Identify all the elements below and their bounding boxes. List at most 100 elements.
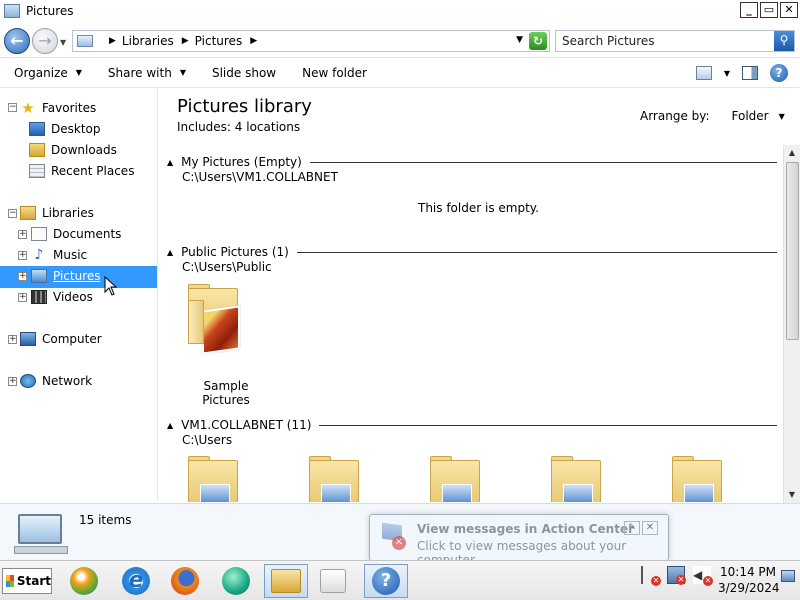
address-bar[interactable]: ▶ Libraries ▶ Pictures ▶ ▼ ↻ <box>72 30 550 52</box>
help-icon[interactable]: ? <box>770 64 788 82</box>
nav-computer[interactable]: Computer <box>20 329 102 349</box>
clock[interactable]: 10:14 PM 3/29/2024 <box>718 564 780 596</box>
scroll-up-icon[interactable]: ▲ <box>784 145 800 161</box>
taskbar-help[interactable]: ? <box>364 564 408 598</box>
wrench-icon[interactable]: ✎ <box>624 521 640 535</box>
group-header-public-pictures[interactable]: ▲ Public Pictures (1) <box>167 244 777 260</box>
search-input[interactable]: Search Pictures ⚲ <box>555 30 795 52</box>
refresh-icon[interactable]: ↻ <box>529 32 547 50</box>
star-icon: ★ <box>21 99 35 117</box>
arrange-by-dropdown[interactable]: Folder <box>732 109 769 123</box>
clock-date: 3/29/2024 <box>718 581 780 595</box>
close-button[interactable]: ✕ <box>780 2 798 18</box>
windows-logo-icon <box>6 575 14 587</box>
taskbar-media-center[interactable] <box>313 564 353 598</box>
nav-network[interactable]: Network <box>20 371 92 391</box>
folder-label[interactable]: Sample Pictures <box>179 379 273 407</box>
folder-item[interactable] <box>307 456 363 502</box>
nav-music[interactable]: ♪ Music <box>31 245 88 265</box>
nav-label: Documents <box>53 227 122 241</box>
nav-recent-places[interactable]: Recent Places <box>29 161 134 181</box>
arrange-by: Arrange by: Folder ▼ <box>640 109 785 123</box>
group-header-my-pictures[interactable]: ▲ My Pictures (Empty) <box>167 154 777 170</box>
address-history-dropdown[interactable]: ▼ <box>516 35 523 45</box>
nav-libraries[interactable]: Libraries <box>20 203 94 223</box>
breadcrumb-root-chevron-icon[interactable]: ▶ <box>109 36 116 46</box>
preview-pane-icon[interactable] <box>742 66 758 80</box>
folder-item[interactable] <box>670 456 726 502</box>
breadcrumb-chevron-icon[interactable]: ▶ <box>250 36 257 46</box>
slide-show-button[interactable]: Slide show <box>212 66 276 80</box>
expand-pictures-icon[interactable]: + <box>18 272 27 281</box>
collapse-favorites-icon[interactable]: − <box>8 103 17 112</box>
nav-pictures[interactable]: Pictures <box>31 266 101 286</box>
group-divider <box>296 251 777 253</box>
collapse-group-icon[interactable]: ▲ <box>167 158 173 167</box>
media-player-icon <box>70 567 98 595</box>
group-divider <box>319 424 777 426</box>
action-center-notification[interactable]: ✕ View messages in Action Center Click t… <box>369 514 669 567</box>
taskbar-chat-app[interactable] <box>216 564 256 598</box>
show-desktop-icon[interactable] <box>781 570 795 582</box>
organize-button[interactable]: Organize ▼ <box>14 66 82 80</box>
taskbar-media-player[interactable] <box>64 564 104 598</box>
libraries-icon <box>20 206 36 220</box>
firefox-icon <box>171 567 199 595</box>
breadcrumb-pictures[interactable]: Pictures <box>195 34 243 48</box>
view-options-dropdown[interactable]: ▼ <box>724 69 730 78</box>
search-icon[interactable]: ⚲ <box>774 31 794 51</box>
downloads-folder-icon <box>29 143 45 157</box>
change-view-icon[interactable] <box>695 66 712 80</box>
folder-item[interactable] <box>186 456 242 502</box>
nav-label: Favorites <box>42 101 97 115</box>
nav-desktop[interactable]: Desktop <box>29 119 101 139</box>
recent-pages-dropdown[interactable]: ▼ <box>60 38 66 47</box>
new-folder-button[interactable]: New folder <box>302 66 367 80</box>
scroll-down-icon[interactable]: ▼ <box>784 487 800 503</box>
library-locations-link[interactable]: Includes: 4 locations <box>177 120 300 134</box>
sample-pictures-folder[interactable] <box>186 284 242 355</box>
forward-button[interactable]: → <box>32 28 58 54</box>
window-controls: _ ▭ ✕ <box>740 2 798 18</box>
maximize-button[interactable]: ▭ <box>760 2 778 18</box>
action-center-icon[interactable]: ✕ <box>641 566 661 586</box>
collapse-group-icon[interactable]: ▲ <box>167 248 173 257</box>
start-button[interactable]: Start <box>2 568 52 594</box>
vertical-scrollbar[interactable]: ▲ ▼ <box>783 145 800 503</box>
expand-videos-icon[interactable]: + <box>18 293 27 302</box>
back-button[interactable]: ← <box>4 28 30 54</box>
volume-icon[interactable]: ◀ ✕ <box>693 566 713 586</box>
share-with-button[interactable]: Share with ▼ <box>108 66 186 80</box>
help-icon: ? <box>372 567 400 595</box>
breadcrumb-libraries[interactable]: Libraries <box>122 34 174 48</box>
nav-label: Videos <box>53 290 93 304</box>
nav-downloads[interactable]: Downloads <box>29 140 117 160</box>
group-header-vm1-collabnet[interactable]: ▲ VM1.COLLABNET (11) <box>167 417 777 433</box>
scrollbar-thumb[interactable] <box>786 162 799 340</box>
network-status-icon[interactable]: ✕ <box>667 566 686 585</box>
nav-favorites[interactable]: ★ Favorites <box>20 98 96 118</box>
collapse-group-icon[interactable]: ▲ <box>167 421 173 430</box>
photo-thumbnail <box>202 305 240 355</box>
collapse-libraries-icon[interactable]: − <box>8 209 17 218</box>
taskbar-windows-explorer[interactable] <box>264 564 308 598</box>
film-strip-icon <box>31 290 47 304</box>
taskbar-internet-explorer[interactable]: e <box>116 564 156 598</box>
notification-title: View messages in Action Center <box>417 522 634 536</box>
chevron-down-icon[interactable]: ▼ <box>779 112 785 121</box>
new-folder-label: New folder <box>302 65 367 80</box>
close-icon[interactable]: ✕ <box>642 521 658 535</box>
expand-computer-icon[interactable]: + <box>8 335 17 344</box>
group-title: VM1.COLLABNET (11) <box>181 418 312 432</box>
expand-documents-icon[interactable]: + <box>18 230 27 239</box>
expand-music-icon[interactable]: + <box>18 251 27 260</box>
folder-item[interactable] <box>428 456 484 502</box>
taskbar-firefox[interactable] <box>165 564 205 598</box>
minimize-button[interactable]: _ <box>740 2 758 18</box>
folder-item[interactable] <box>549 456 605 502</box>
nav-videos[interactable]: Videos <box>31 287 93 307</box>
nav-documents[interactable]: Documents <box>31 224 121 244</box>
expand-network-icon[interactable]: + <box>8 377 17 386</box>
slide-show-label: Slide show <box>211 65 277 80</box>
breadcrumb-chevron-icon[interactable]: ▶ <box>182 36 189 46</box>
